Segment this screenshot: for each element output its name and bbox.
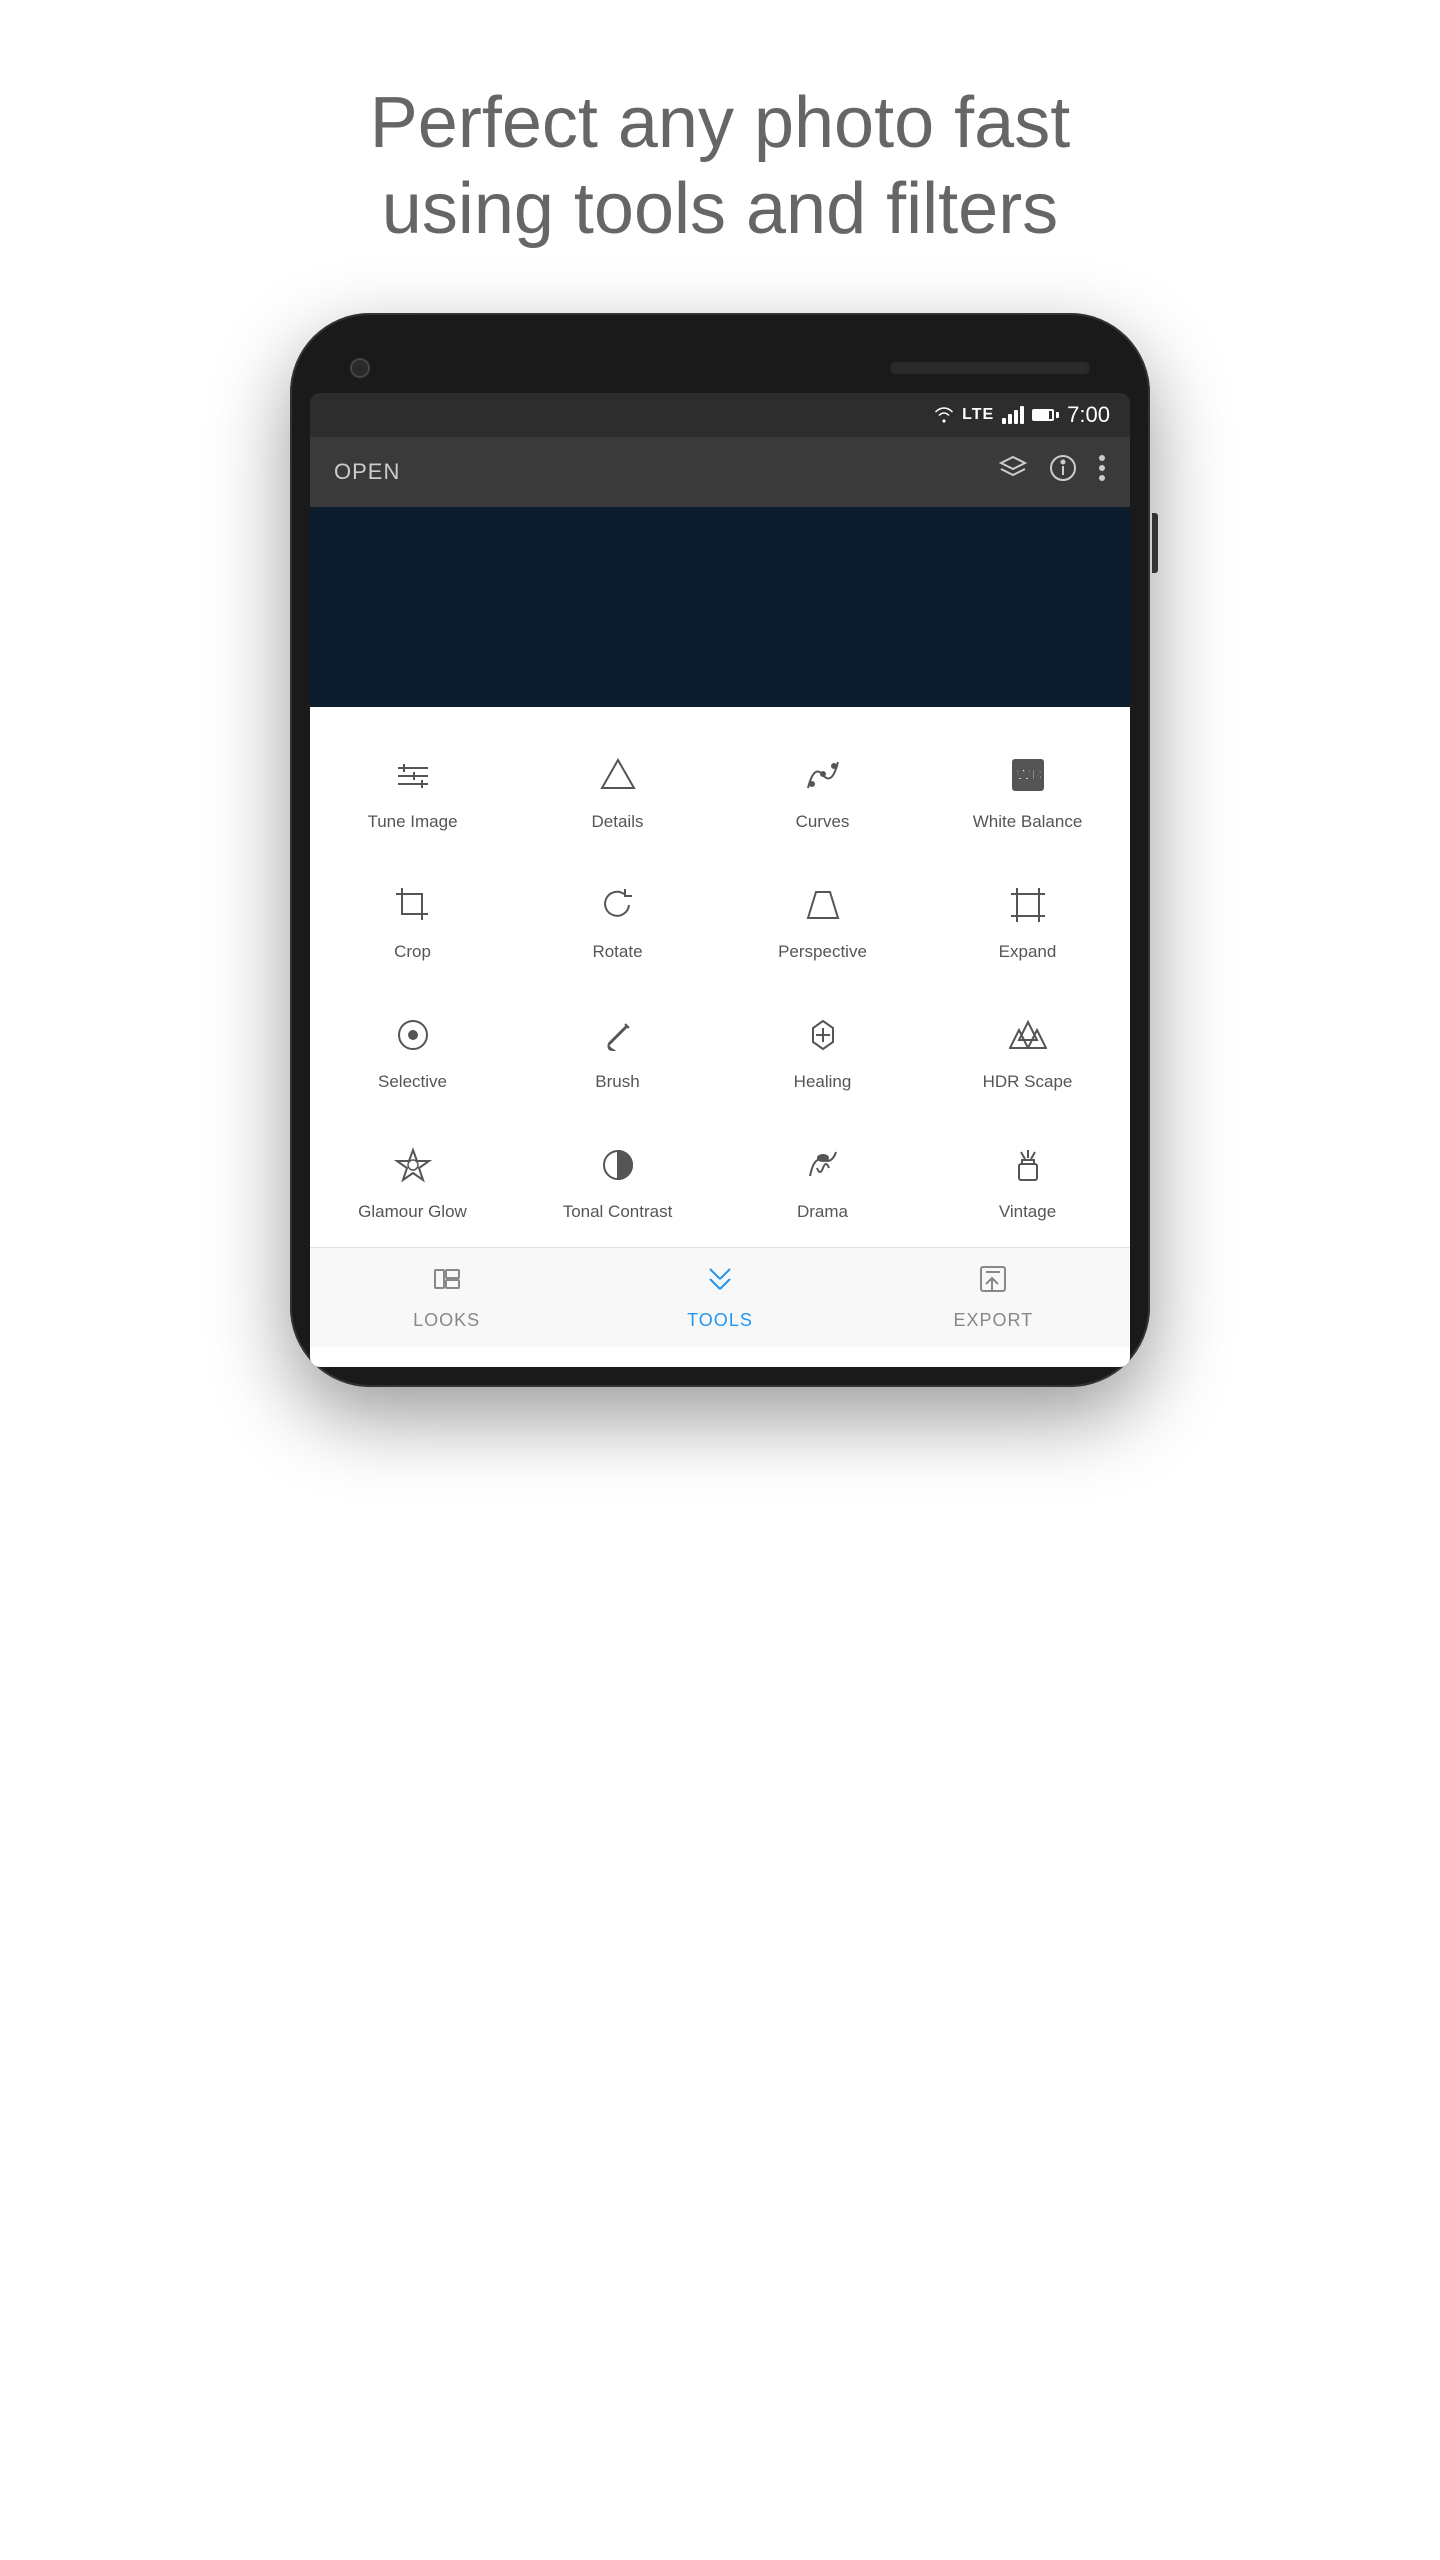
tool-crop[interactable]: Crop xyxy=(310,857,515,987)
tool-selective[interactable]: Selective xyxy=(310,987,515,1117)
tonal-label: Tonal Contrast xyxy=(563,1201,673,1223)
healing-icon xyxy=(804,1011,842,1059)
tool-brush[interactable]: Brush xyxy=(515,987,720,1117)
nav-tools[interactable]: TOOLS xyxy=(583,1248,856,1347)
headline-line1: Perfect any photo fast xyxy=(370,83,1070,163)
tune-image-label: Tune Image xyxy=(367,811,457,833)
perspective-icon xyxy=(804,881,842,929)
speaker-grill xyxy=(890,362,1090,374)
layers-icon[interactable] xyxy=(998,453,1028,490)
phone-mockup: LTE 7:0 xyxy=(290,313,1150,1387)
tools-icon xyxy=(705,1264,735,1302)
front-camera xyxy=(350,358,370,378)
tool-curves[interactable]: Curves xyxy=(720,727,925,857)
headline: Perfect any photo fast using tools and f… xyxy=(270,0,1170,313)
photo-preview[interactable] xyxy=(310,507,1130,707)
wifi-icon xyxy=(934,407,954,423)
curves-label: Curves xyxy=(796,811,850,833)
tool-rotate[interactable]: Rotate xyxy=(515,857,720,987)
phone-top xyxy=(310,333,1130,393)
signal-bars xyxy=(1002,406,1024,424)
tool-glamour-glow[interactable]: Glamour Glow xyxy=(310,1117,515,1247)
headline-line2: using tools and filters xyxy=(382,169,1058,249)
vintage-icon xyxy=(1009,1141,1047,1189)
selective-icon xyxy=(394,1011,432,1059)
selective-label: Selective xyxy=(378,1071,447,1093)
battery-icon xyxy=(1032,409,1059,421)
tool-details[interactable]: Details xyxy=(515,727,720,857)
details-icon xyxy=(599,751,637,799)
tool-perspective[interactable]: Perspective xyxy=(720,857,925,987)
tool-white-balance[interactable]: WB White Balance xyxy=(925,727,1130,857)
tools-panel: Tune Image Details xyxy=(310,707,1130,1367)
glamour-label: Glamour Glow xyxy=(358,1201,467,1223)
tonal-icon xyxy=(599,1141,637,1189)
tools-label: TOOLS xyxy=(687,1310,753,1331)
crop-label: Crop xyxy=(394,941,431,963)
status-time: 7:00 xyxy=(1067,402,1110,428)
rotate-label: Rotate xyxy=(592,941,642,963)
nav-export[interactable]: EXPORT xyxy=(857,1248,1130,1347)
details-label: Details xyxy=(592,811,644,833)
phone-screen: LTE 7:0 xyxy=(310,393,1130,1367)
svg-text:WB: WB xyxy=(1016,767,1043,784)
app-toolbar: OPEN xyxy=(310,437,1130,507)
looks-label: LOOKS xyxy=(413,1310,480,1331)
vintage-label: Vintage xyxy=(999,1201,1056,1223)
crop-icon xyxy=(394,881,432,929)
tune-image-icon xyxy=(394,751,432,799)
more-icon[interactable] xyxy=(1098,453,1106,490)
healing-label: Healing xyxy=(794,1071,852,1093)
export-label: EXPORT xyxy=(953,1310,1033,1331)
perspective-label: Perspective xyxy=(778,941,867,963)
bottom-nav: LOOKS TOOLS xyxy=(310,1247,1130,1347)
glamour-icon xyxy=(394,1141,432,1189)
hdr-icon xyxy=(1009,1011,1047,1059)
tool-hdr-scape[interactable]: HDR Scape xyxy=(925,987,1130,1117)
toolbar-icons xyxy=(998,453,1106,490)
wb-icon: WB xyxy=(1009,751,1047,799)
expand-label: Expand xyxy=(999,941,1057,963)
expand-icon xyxy=(1009,881,1047,929)
info-icon[interactable] xyxy=(1048,453,1078,490)
drama-icon xyxy=(804,1141,842,1189)
status-bar: LTE 7:0 xyxy=(310,393,1130,437)
tool-healing[interactable]: Healing xyxy=(720,987,925,1117)
hdr-label: HDR Scape xyxy=(983,1071,1073,1093)
tool-tonal-contrast[interactable]: Tonal Contrast xyxy=(515,1117,720,1247)
wb-label: White Balance xyxy=(973,811,1083,833)
looks-icon xyxy=(432,1264,462,1302)
lte-indicator: LTE xyxy=(962,406,994,424)
tool-tune-image[interactable]: Tune Image xyxy=(310,727,515,857)
tool-drama[interactable]: Drama xyxy=(720,1117,925,1247)
open-button[interactable]: OPEN xyxy=(334,459,400,485)
rotate-icon xyxy=(599,881,637,929)
drama-label: Drama xyxy=(797,1201,848,1223)
tools-grid: Tune Image Details xyxy=(310,727,1130,1247)
side-button xyxy=(1152,513,1158,573)
curves-icon xyxy=(804,751,842,799)
status-icons: LTE 7:0 xyxy=(934,402,1110,428)
tool-expand[interactable]: Expand xyxy=(925,857,1130,987)
tool-vintage[interactable]: Vintage xyxy=(925,1117,1130,1247)
brush-label: Brush xyxy=(595,1071,639,1093)
nav-looks[interactable]: LOOKS xyxy=(310,1248,583,1347)
brush-icon xyxy=(599,1011,637,1059)
export-icon xyxy=(978,1264,1008,1302)
